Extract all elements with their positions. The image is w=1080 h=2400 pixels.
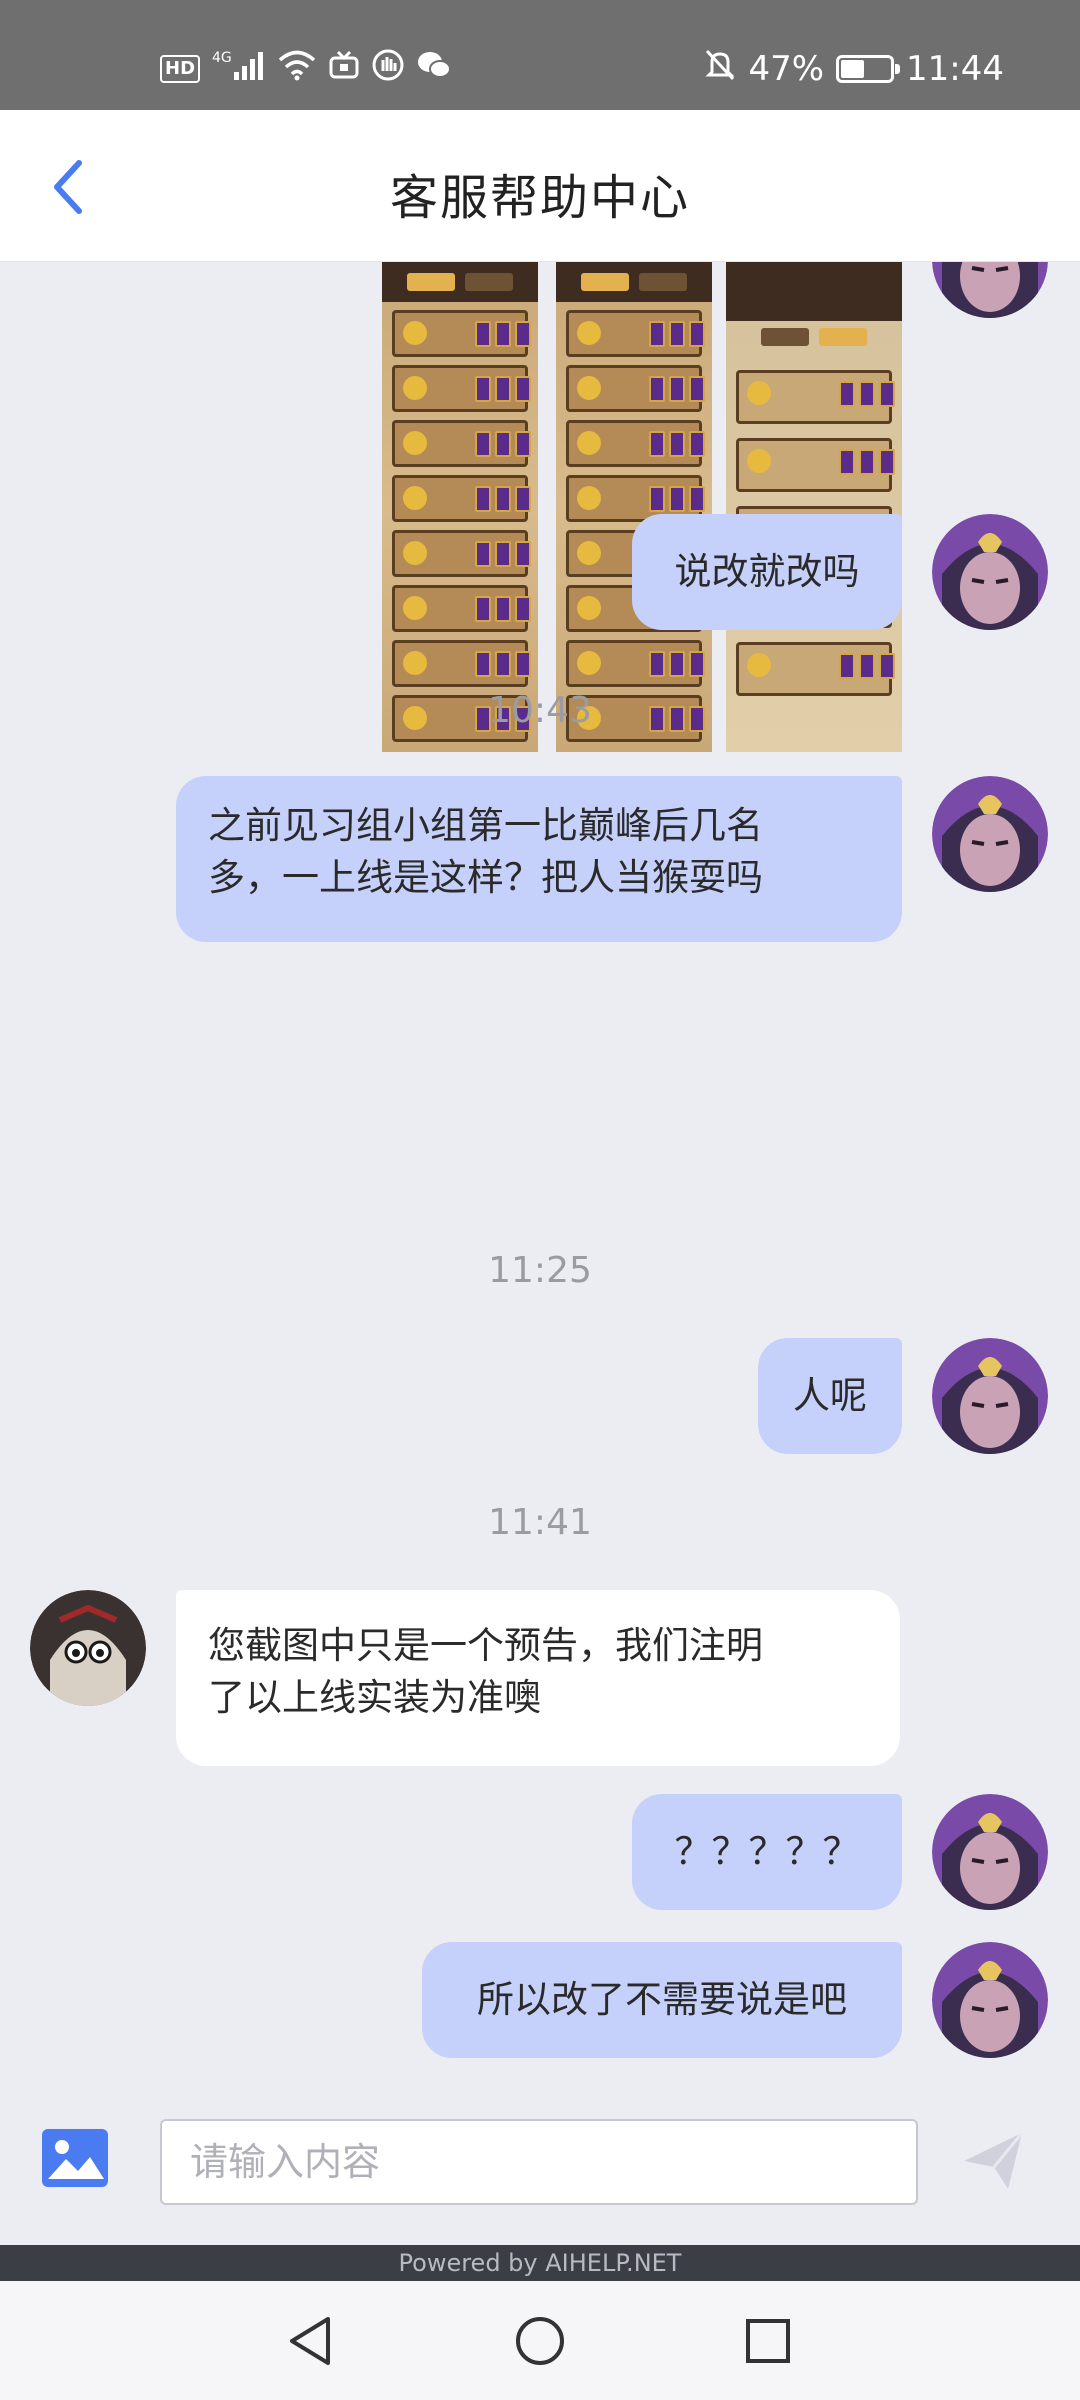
system-nav-bar [0,2281,1080,2400]
nav-recents-button[interactable] [738,2311,798,2371]
message-timestamp: 11:25 [488,1250,592,1291]
battery-icon [836,54,901,83]
user-avatar[interactable] [932,1338,1048,1454]
user-avatar[interactable] [932,262,1048,318]
user-avatar[interactable] [932,1942,1048,2058]
user-message-bubble[interactable]: 所以改了不需要说是吧 [422,1942,902,2058]
cellular-signal-icon: 4G [212,48,266,89]
chat-list[interactable]: 说改就改吗 10:43 之前见习组小组第一比巅峰后几名 多，一上线是这样？把人当… [0,262,1080,2075]
nav-back-button[interactable] [280,2311,340,2371]
message-row: ？？？？？ [0,1794,1080,1910]
hand-app-icon [372,49,404,88]
clock: 11:44 [906,48,1004,89]
message-row: 您截图中只是一个预告，我们注明 了以上线实装为准噢 [0,1590,1080,1766]
send-icon [964,2132,1024,2189]
user-avatar[interactable] [932,1794,1048,1910]
wifi-icon [278,49,316,88]
support-message-bubble[interactable]: 您截图中只是一个预告，我们注明 了以上线实装为准噢 [176,1590,900,1766]
screenshot-panel-2 [556,262,712,752]
message-row: 说改就改吗 [0,514,1080,630]
message-row: 之前见习组小组第一比巅峰后几名 多，一上线是这样？把人当猴耍吗 [0,776,1080,942]
user-message-bubble[interactable]: 人呢 [758,1338,902,1454]
square-recents-icon [746,2319,790,2363]
image-icon [42,2129,108,2187]
user-message-bubble[interactable]: 说改就改吗 [632,514,902,630]
message-line: 您截图中只是一个预告，我们注明 [208,1624,763,1667]
mute-bell-icon [704,48,736,89]
circle-home-icon [516,2317,564,2365]
image-upload-button[interactable] [40,2127,118,2193]
status-left: HD 4G [160,48,452,89]
message-line: 多，一上线是这样？把人当猴耍吗 [208,856,763,899]
message-row-image [0,262,1080,756]
user-avatar[interactable] [932,514,1048,630]
battery-level [841,59,865,78]
support-avatar[interactable] [30,1590,146,1706]
status-right: 47% 11:44 [704,48,1004,89]
hd-icon: HD [160,54,201,83]
tv-app-icon [328,50,360,87]
screenshot-panel-3 [726,262,902,752]
status-bar: HD 4G 47% 11:44 [0,0,1080,110]
user-message-bubble[interactable]: ？？？？？ [632,1794,902,1910]
screenshot-panel-1 [382,262,538,752]
message-timestamp: 11:41 [488,1502,592,1543]
wechat-icon [416,50,452,87]
page-title: 客服帮助中心 [389,170,690,226]
message-line: 之前见习组小组第一比巅峰后几名 [208,804,763,847]
game-screenshot-image[interactable] [382,262,902,752]
send-button[interactable] [960,2127,1030,2197]
app-header: 客服帮助中心 [0,110,1080,262]
network-label: 4G [212,50,232,66]
message-timestamp: 10:43 [488,690,592,731]
battery-percent: 47% [748,48,825,89]
message-row: 所以改了不需要说是吧 [0,1942,1080,2058]
nav-home-button[interactable] [510,2311,570,2371]
message-row: 人呢 [0,1338,1080,1454]
powered-by-footer: Powered by AIHELP.NET [0,2245,1080,2281]
message-input[interactable] [160,2119,918,2205]
message-input-bar [0,2075,1080,2245]
user-avatar[interactable] [932,776,1048,892]
triangle-back-icon [290,2317,330,2365]
user-message-bubble[interactable]: 之前见习组小组第一比巅峰后几名 多，一上线是这样？把人当猴耍吗 [176,776,902,942]
message-line: 了以上线实装为准噢 [208,1676,541,1719]
